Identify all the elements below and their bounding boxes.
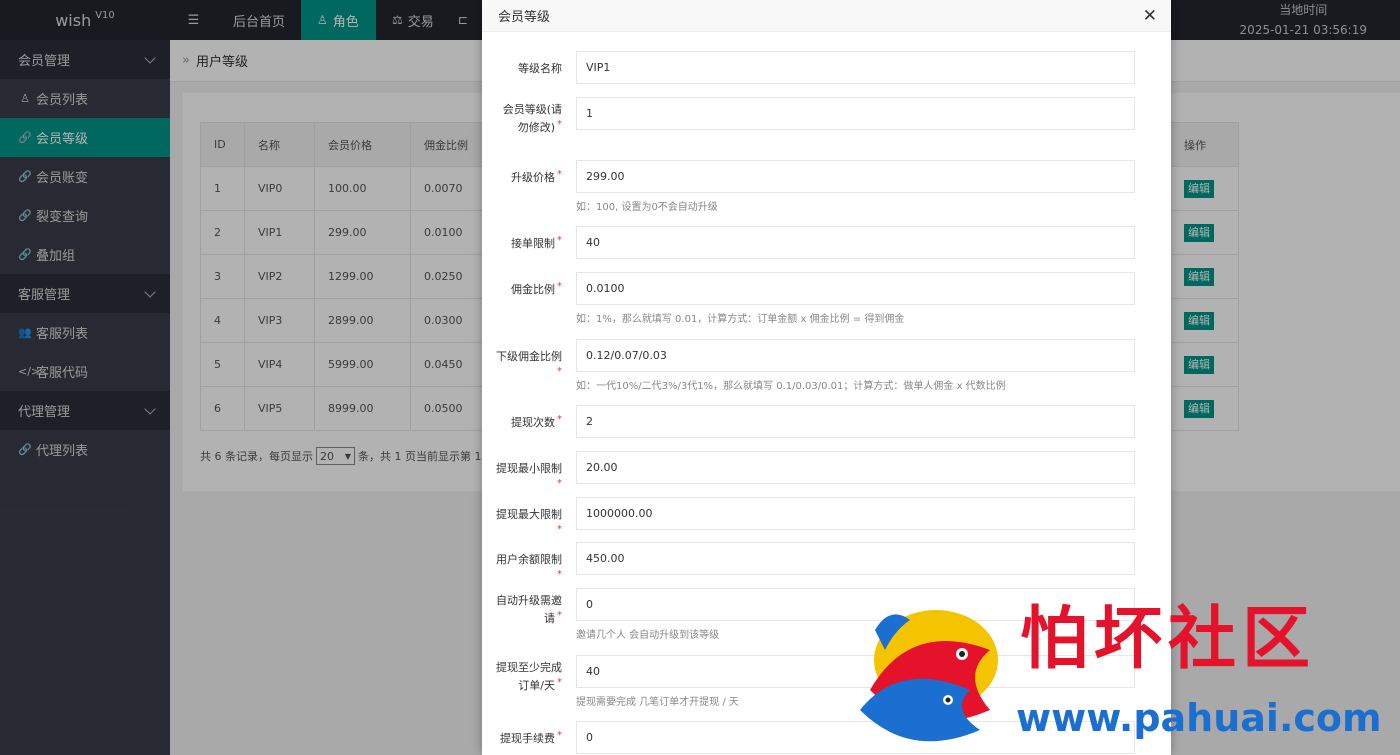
field-hint: 提现需要完成 几笔订单才开提现 / 天: [576, 697, 739, 708]
field-label: 佣金比例 *: [492, 281, 562, 300]
field-label-text: 佣金比例: [511, 283, 555, 296]
modal-header: 会员等级 ✕: [482, 0, 1171, 32]
watermark-url: www.pahuai.com: [1016, 696, 1382, 740]
field-input[interactable]: [576, 97, 1135, 130]
required-mark: *: [557, 478, 562, 489]
field-label-text: 提现最大限制: [496, 508, 562, 521]
field-input[interactable]: [576, 542, 1135, 575]
field-hint: 如：1%，那么就填写 0.01，计算方式：订单金额 x 佣金比例 = 得到佣金: [576, 314, 905, 325]
modal-title: 会员等级: [498, 10, 551, 25]
field-label: 提现至少完成订单/天 *: [492, 659, 562, 696]
field-label-text: 提现次数: [511, 416, 555, 429]
required-mark: *: [557, 235, 562, 246]
field-hint: 如：一代10%/二代3%/3代1%，那么就填写 0.1/0.03/0.01；计算…: [576, 381, 1006, 392]
field-hint: 邀请几个人 会自动升级到该等级: [576, 630, 720, 641]
field-label-text: 提现至少完成订单/天: [496, 661, 562, 692]
field-input[interactable]: [576, 160, 1135, 193]
field-hint: 如：100, 设置为0不会自动升级: [576, 202, 718, 213]
required-mark: *: [557, 366, 562, 377]
field-input[interactable]: [576, 451, 1135, 484]
required-mark: *: [557, 730, 562, 741]
watermark: 怕坏社区 www.pahuai.com: [850, 600, 1390, 750]
field-input[interactable]: [576, 272, 1135, 305]
required-mark: *: [557, 281, 562, 292]
field-label: 会员等级(请勿修改) *: [492, 101, 562, 138]
field-input[interactable]: [576, 339, 1135, 372]
required-mark: *: [557, 610, 562, 621]
field-input[interactable]: [576, 497, 1135, 530]
field-label: 用户余额限制 *: [492, 551, 562, 588]
field-input[interactable]: [576, 405, 1135, 438]
field-label: 升级价格 *: [492, 169, 562, 188]
required-mark: *: [557, 524, 562, 535]
required-mark: *: [557, 414, 562, 425]
field-label-text: 会员等级(请勿修改): [502, 103, 562, 134]
field-label: 接单限制 *: [492, 235, 562, 254]
fish-logo-icon: [860, 610, 998, 742]
field-label-text: 接单限制: [511, 237, 555, 250]
required-mark: *: [557, 677, 562, 688]
field-label: 提现次数 *: [492, 414, 562, 433]
field-label: 下级佣金比例 *: [492, 348, 562, 385]
field-label-text: 用户余额限制: [496, 553, 562, 566]
required-mark: *: [557, 119, 562, 130]
field-label-text: 提现最小限制: [496, 462, 562, 475]
field-label: 提现最大限制 *: [492, 506, 562, 543]
field-label: 提现最小限制 *: [492, 460, 562, 497]
field-label-text: 等级名称: [518, 62, 562, 75]
required-mark: *: [557, 169, 562, 180]
required-mark: *: [557, 569, 562, 580]
field-input[interactable]: [576, 226, 1135, 259]
field-label-text: 提现手续费: [500, 732, 555, 745]
field-input[interactable]: [576, 51, 1135, 84]
watermark-title: 怕坏社区: [1020, 600, 1317, 679]
field-label-text: 升级价格: [511, 171, 555, 184]
close-icon[interactable]: ✕: [1143, 6, 1157, 26]
field-label-text: 自动升级需邀请: [496, 594, 562, 625]
field-label: 提现手续费 *: [492, 730, 562, 749]
field-label-text: 下级佣金比例: [496, 350, 562, 363]
field-label: 自动升级需邀请 *: [492, 592, 562, 629]
field-label: 等级名称: [492, 60, 562, 78]
